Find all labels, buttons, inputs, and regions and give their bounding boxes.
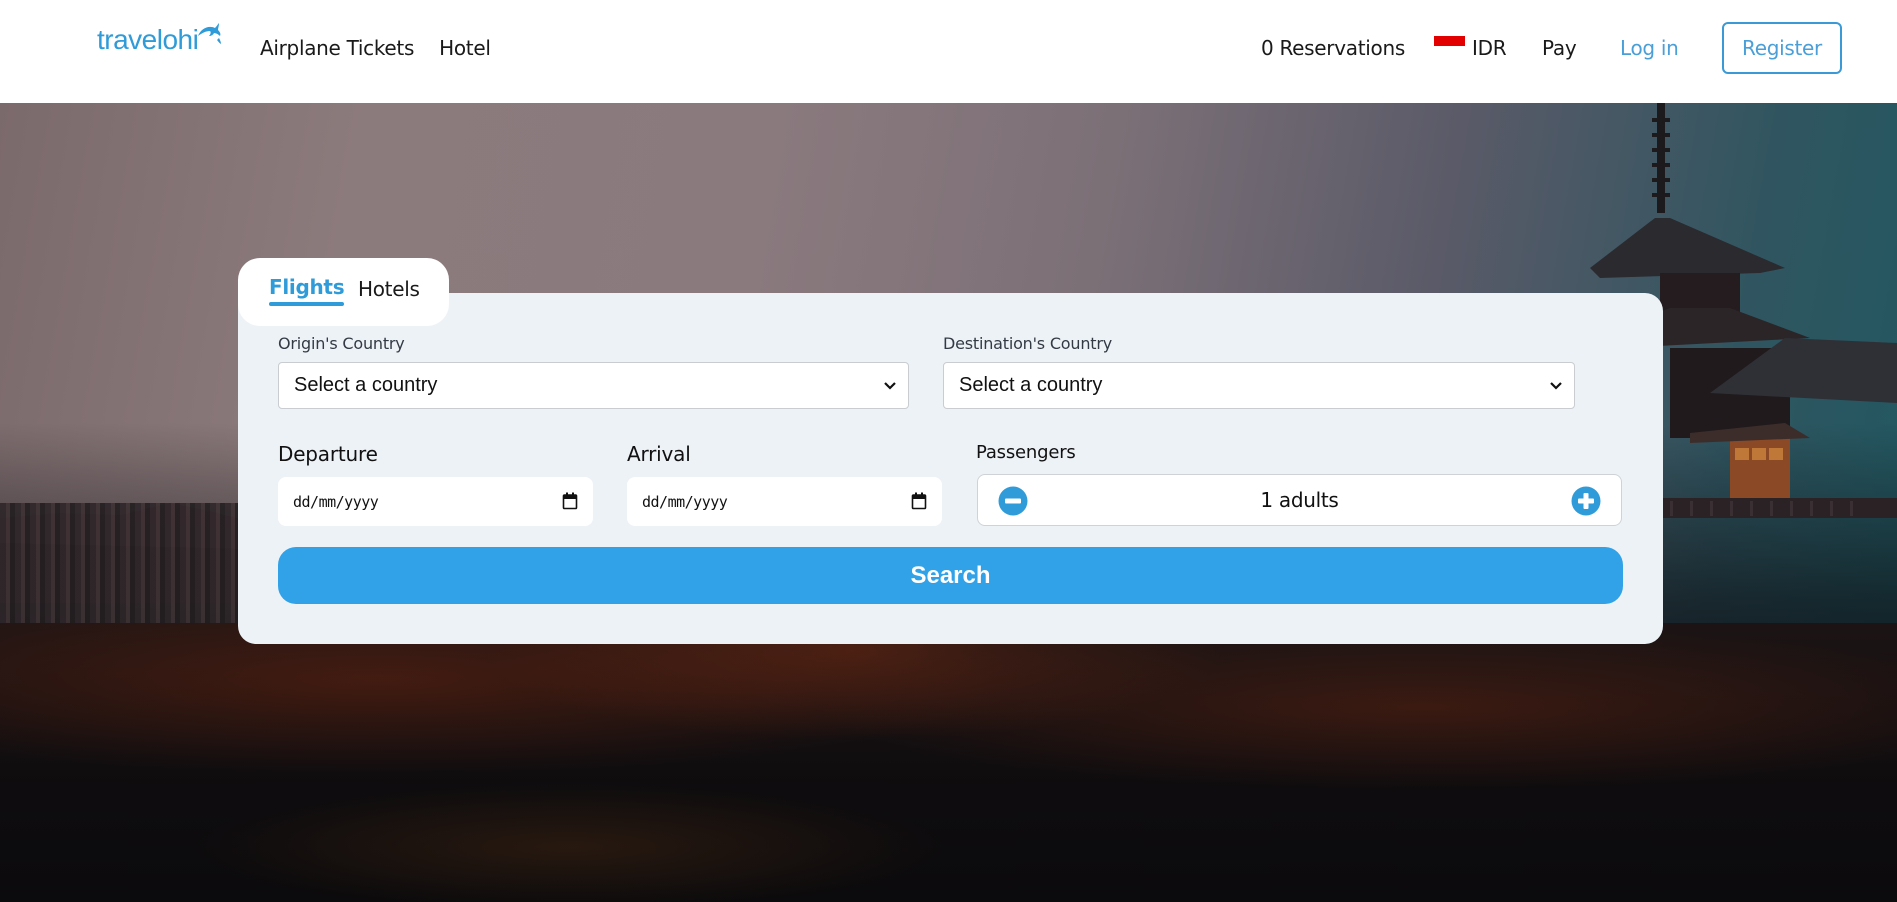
indonesia-flag-icon <box>1434 36 1465 56</box>
logo-text: travelohi <box>97 24 199 55</box>
chevron-down-icon <box>884 382 896 390</box>
dolphin-icon <box>198 23 222 44</box>
reservations-link[interactable]: 0 Reservations <box>1261 36 1405 60</box>
active-tab-indicator <box>269 302 345 306</box>
arrival-date-input[interactable]: dd/mm/yyyy <box>627 477 942 526</box>
passenger-count: 1 adults <box>1260 488 1339 512</box>
register-button[interactable]: Register <box>1722 22 1842 74</box>
pay-link[interactable]: Pay <box>1542 36 1577 60</box>
login-link[interactable]: Log in <box>1620 36 1679 60</box>
origin-label: Origin's Country <box>278 334 405 353</box>
chevron-down-icon <box>1550 382 1562 390</box>
departure-label: Departure <box>278 442 378 466</box>
logo[interactable]: travelohi <box>97 22 222 56</box>
calendar-icon[interactable] <box>911 492 927 510</box>
currency-selector[interactable]: IDR <box>1434 36 1507 60</box>
origin-country-select[interactable]: Select a country <box>278 362 909 409</box>
main-nav: Airplane Tickets Hotel <box>260 36 491 60</box>
departure-date-placeholder: dd/mm/yyyy <box>293 492 379 511</box>
tab-hotels[interactable]: Hotels <box>358 277 420 301</box>
nav-airplane-tickets[interactable]: Airplane Tickets <box>260 36 414 60</box>
city-skyline <box>0 503 260 643</box>
origin-country-value: Select a country <box>294 374 438 396</box>
autumn-forest <box>0 623 1897 902</box>
currency-code: IDR <box>1472 36 1507 60</box>
arrival-date-placeholder: dd/mm/yyyy <box>642 492 728 511</box>
departure-date-input[interactable]: dd/mm/yyyy <box>278 477 593 526</box>
destination-label: Destination's Country <box>943 334 1112 353</box>
tab-flights-label: Flights <box>269 275 345 299</box>
destination-country-value: Select a country <box>959 374 1103 396</box>
passengers-label: Passengers <box>976 442 1076 463</box>
arrival-label: Arrival <box>627 442 691 466</box>
plus-circle-icon[interactable] <box>1571 486 1601 516</box>
top-navbar: travelohi Airplane Tickets Hotel 0 Reser… <box>0 0 1897 103</box>
destination-country-select[interactable]: Select a country <box>943 362 1575 409</box>
tab-flights[interactable]: Flights <box>269 275 345 306</box>
search-button[interactable]: Search <box>278 547 1623 604</box>
passengers-stepper: 1 adults <box>977 474 1622 526</box>
calendar-icon[interactable] <box>562 492 578 510</box>
nav-hotel[interactable]: Hotel <box>439 36 491 60</box>
search-tabs: Flights Hotels <box>238 258 449 326</box>
